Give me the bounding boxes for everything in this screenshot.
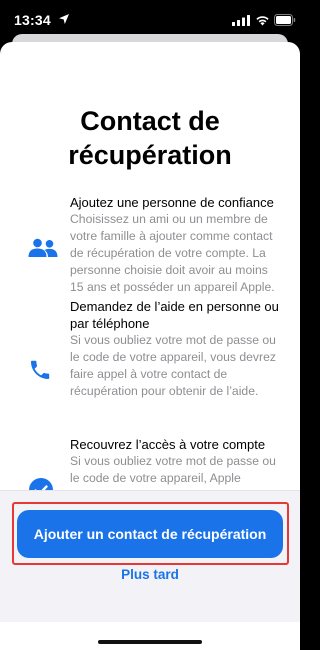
status-time: 13:34 [14, 12, 51, 28]
highlight-frame [12, 502, 289, 565]
feature-description: Choisissez un ami ou un membre de votre … [70, 212, 275, 294]
phone-icon [31, 360, 50, 379]
location-arrow-icon [59, 14, 69, 24]
feature-description: Si vous oubliez votre mot de passe ou le… [70, 333, 276, 398]
recovery-contact-sheet: Contact de récupération Ajoutez une pers… [0, 42, 300, 622]
feature-heading: Ajoutez une personne de confiance [70, 195, 274, 210]
feature-description: Si vous oubliez votre mot de passe ou le… [70, 454, 276, 485]
cellular-signal-icon [232, 15, 250, 26]
feature-heading: Recouvrez l’accès à votre compte [70, 437, 266, 452]
home-indicator [98, 640, 202, 644]
feature-help-in-person: Demandez de l’aide en personne ou par té… [70, 298, 282, 400]
page-title: Contact de récupération [68, 106, 232, 170]
feature-regain-access: Recouvrez l’accès à votre compte Si vous… [70, 436, 282, 487]
people-icon [28, 238, 58, 257]
later-button[interactable]: Plus tard [0, 567, 300, 582]
wifi-icon [256, 16, 269, 26]
feature-trusted-person: Ajoutez une personne de confiance Choisi… [70, 194, 282, 296]
battery-icon [274, 14, 296, 26]
home-area [0, 622, 300, 650]
feature-heading: Demandez de l’aide en personne ou par té… [70, 299, 279, 331]
